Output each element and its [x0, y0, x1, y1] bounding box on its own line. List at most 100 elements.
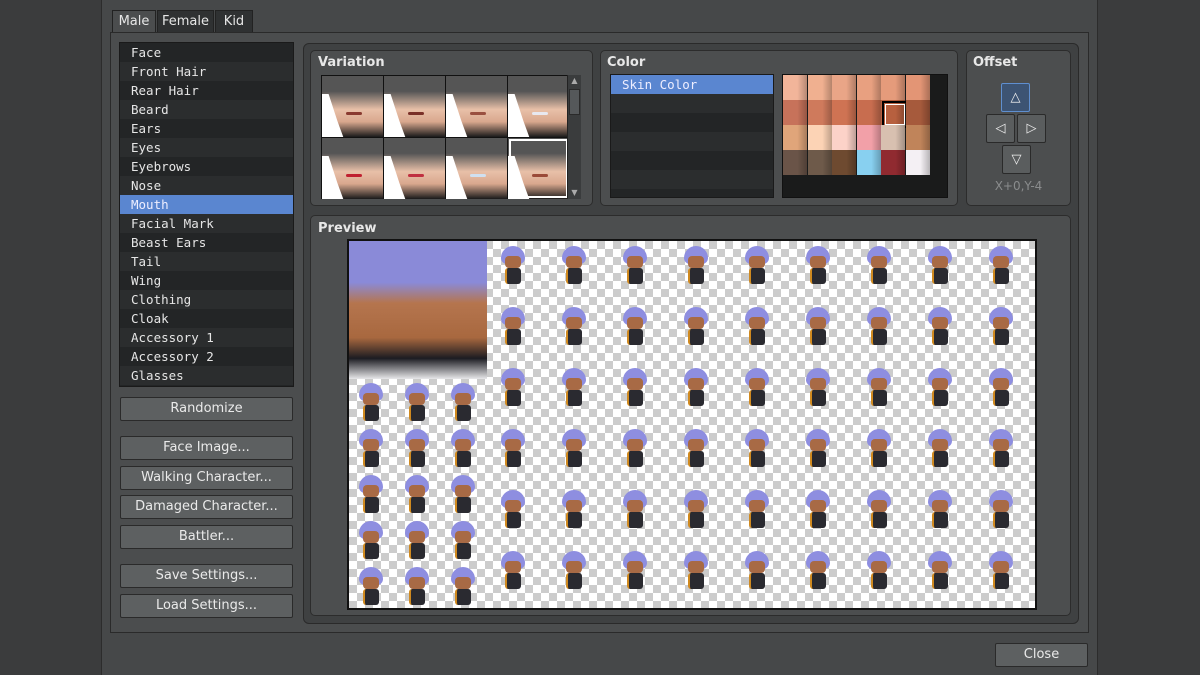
damaged-character-button[interactable]: Damaged Character...	[120, 495, 293, 519]
color-swatch[interactable]	[832, 75, 856, 100]
color-swatch[interactable]	[881, 125, 905, 150]
character-sprite	[357, 475, 385, 515]
character-sprite	[987, 368, 1015, 408]
color-swatch[interactable]	[856, 75, 881, 100]
variation-thumb[interactable]	[384, 138, 445, 199]
part-item-clothing[interactable]: Clothing	[120, 290, 293, 309]
color-item-skin[interactable]: Skin Color	[611, 75, 773, 94]
close-button[interactable]: Close	[995, 643, 1088, 667]
part-item-accessory-2[interactable]: Accessory 2	[120, 347, 293, 366]
part-item-nose[interactable]: Nose	[120, 176, 293, 195]
color-swatch[interactable]	[905, 150, 930, 175]
part-item-eyes[interactable]: Eyes	[120, 138, 293, 157]
color-swatch[interactable]	[783, 150, 807, 175]
character-sprite	[449, 567, 477, 607]
color-swatch[interactable]	[905, 100, 930, 125]
color-swatch[interactable]	[856, 150, 881, 175]
character-sprite	[449, 475, 477, 515]
character-sprite	[743, 246, 771, 286]
character-sprite	[621, 429, 649, 469]
part-item-mouth[interactable]: Mouth	[120, 195, 293, 214]
color-swatch[interactable]	[807, 100, 832, 125]
part-item-front-hair[interactable]: Front Hair	[120, 62, 293, 81]
variation-thumb[interactable]	[508, 76, 569, 137]
part-item-facial-mark[interactable]: Facial Mark	[120, 214, 293, 233]
character-sprite	[449, 521, 477, 561]
variation-thumb[interactable]	[322, 138, 383, 199]
offset-right-button[interactable]: ▷	[1017, 114, 1046, 143]
color-swatch[interactable]	[905, 125, 930, 150]
character-sprite	[499, 490, 527, 530]
face-image-button[interactable]: Face Image...	[120, 436, 293, 460]
color-swatch[interactable]	[783, 100, 807, 125]
character-sprite	[357, 521, 385, 561]
color-swatch[interactable]	[832, 150, 856, 175]
variation-scrollbar[interactable]: ▲ ▼	[567, 75, 581, 199]
character-sprite	[449, 429, 477, 469]
character-sprite	[926, 429, 954, 469]
scroll-thumb[interactable]	[569, 89, 580, 115]
variation-thumb[interactable]	[508, 138, 569, 199]
color-swatch[interactable]	[807, 150, 832, 175]
walking-character-button[interactable]: Walking Character...	[120, 466, 293, 490]
character-sprite	[865, 368, 893, 408]
parts-list[interactable]: Face Front Hair Rear Hair Beard Ears Eyes Eyeb…	[119, 42, 294, 387]
randomize-button[interactable]: Randomize	[120, 397, 293, 421]
load-settings-button[interactable]: Load Settings...	[120, 594, 293, 618]
mouth-thumbnail	[408, 112, 424, 115]
scroll-up-icon[interactable]: ▲	[568, 75, 581, 87]
color-swatch[interactable]	[881, 150, 905, 175]
character-sprite	[499, 307, 527, 347]
battler-button[interactable]: Battler...	[120, 525, 293, 549]
color-swatch[interactable]	[881, 100, 908, 128]
offset-up-button[interactable]: △	[1001, 83, 1030, 112]
color-swatch[interactable]	[881, 75, 905, 100]
offset-left-button[interactable]: ◁	[986, 114, 1015, 143]
variation-thumb[interactable]	[322, 76, 383, 137]
variation-thumb[interactable]	[446, 138, 507, 199]
part-item-beard[interactable]: Beard	[120, 100, 293, 119]
character-sprite	[987, 246, 1015, 286]
color-swatch[interactable]	[807, 125, 832, 150]
color-swatch[interactable]	[783, 125, 807, 150]
offset-down-button[interactable]: ▽	[1002, 145, 1031, 174]
part-item-glasses[interactable]: Glasses	[120, 366, 293, 385]
character-sprite	[926, 551, 954, 591]
color-swatch[interactable]	[783, 75, 807, 100]
variation-thumb[interactable]	[384, 76, 445, 137]
character-sprite	[560, 368, 588, 408]
part-item-accessory-1[interactable]: Accessory 1	[120, 328, 293, 347]
character-sprite	[499, 551, 527, 591]
part-item-beast-ears[interactable]: Beast Ears	[120, 233, 293, 252]
tab-female[interactable]: Female	[157, 10, 214, 33]
variation-thumb[interactable]	[446, 76, 507, 137]
character-sprite	[560, 246, 588, 286]
variation-grid[interactable]	[321, 75, 569, 199]
color-swatch[interactable]	[832, 125, 856, 150]
color-palette[interactable]	[782, 74, 948, 198]
character-sprite	[987, 429, 1015, 469]
save-settings-button[interactable]: Save Settings...	[120, 564, 293, 588]
color-swatch[interactable]	[807, 75, 832, 100]
color-swatch[interactable]	[832, 100, 856, 125]
character-sprite	[621, 551, 649, 591]
part-item-eyebrows[interactable]: Eyebrows	[120, 157, 293, 176]
part-item-wing[interactable]: Wing	[120, 271, 293, 290]
mouth-thumbnail	[532, 174, 548, 177]
part-item-cloak[interactable]: Cloak	[120, 309, 293, 328]
tab-kid[interactable]: Kid	[215, 10, 253, 33]
color-list[interactable]: Skin Color	[610, 74, 774, 198]
part-item-ears[interactable]: Ears	[120, 119, 293, 138]
color-swatch[interactable]	[856, 100, 881, 125]
color-swatch[interactable]	[905, 75, 930, 100]
part-item-tail[interactable]: Tail	[120, 252, 293, 271]
character-sprite	[987, 490, 1015, 530]
scroll-down-icon[interactable]: ▼	[568, 187, 581, 199]
character-sprite	[621, 246, 649, 286]
color-swatch[interactable]	[856, 125, 881, 150]
character-sprite	[804, 368, 832, 408]
tab-male[interactable]: Male	[112, 10, 156, 34]
character-sprite	[865, 551, 893, 591]
part-item-rear-hair[interactable]: Rear Hair	[120, 81, 293, 100]
part-item-face[interactable]: Face	[120, 43, 293, 62]
